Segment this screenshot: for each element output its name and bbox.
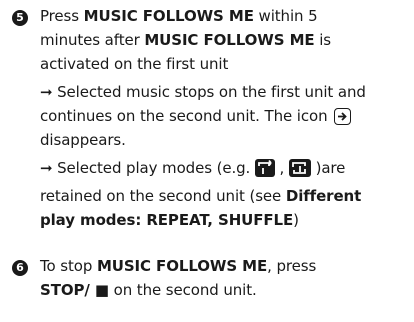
- step-5-line-1: Press MUSIC FOLLOWS ME within 5: [40, 7, 318, 25]
- step-5-sub-2: ➞ Selected play modes (e.g. , )are: [40, 156, 408, 184]
- step-5-sub-2-line-3: play modes: REPEAT, SHUFFLE): [40, 211, 299, 229]
- arrow-icon: ➞: [40, 83, 53, 101]
- cross-reference-link-cont: play modes: REPEAT, SHUFFLE: [40, 211, 294, 229]
- step-6-text: To stop MUSIC FOLLOWS ME, press STOP/ ■ …: [40, 254, 408, 302]
- music-follows-me-icon: [334, 108, 352, 125]
- step-5-sub-2-line-2: retained on the second unit (see Differe…: [40, 187, 362, 205]
- arrow-icon: ➞: [40, 159, 53, 177]
- shuffle-icon: [288, 159, 311, 184]
- step-5-line-3: activated on the first unit: [40, 55, 229, 73]
- step-number-5: 5: [12, 10, 28, 26]
- step-5-sub-1: ➞ Selected music stops on the first unit…: [40, 83, 366, 101]
- step-6-line-1: To stop MUSIC FOLLOWS ME, press: [40, 257, 317, 275]
- step-5-text: Press MUSIC FOLLOWS ME within 5 minutes …: [40, 4, 408, 232]
- repeat-icon: [254, 159, 275, 184]
- step-5-sub-1-line-3: disappears.: [40, 131, 126, 149]
- step-5-sub-1-line-2: continues on the second unit. The icon: [40, 104, 408, 128]
- step-6-line-2: STOP/ ■ on the second unit.: [40, 281, 257, 299]
- step-number-6: 6: [12, 260, 28, 276]
- step-5-line-2: minutes after MUSIC FOLLOWS ME is: [40, 31, 331, 49]
- manual-page: 5 Press MUSIC FOLLOWS ME within 5 minute…: [0, 0, 414, 322]
- cross-reference-link: Different: [285, 187, 362, 205]
